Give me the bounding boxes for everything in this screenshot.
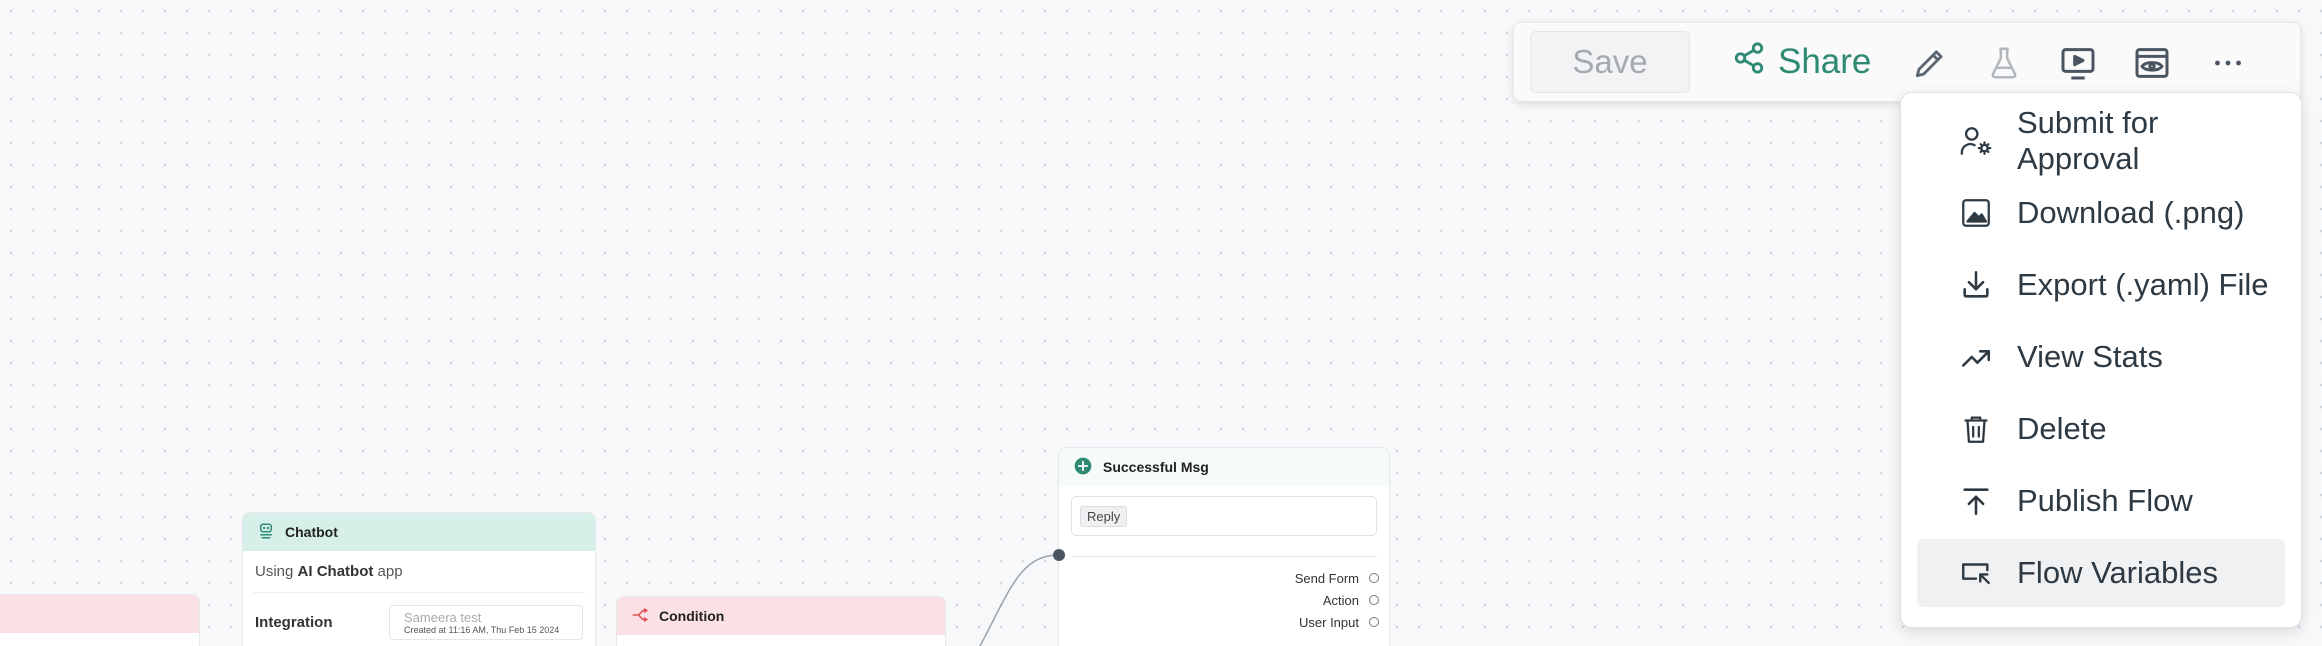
using-app-name: AI Chatbot	[297, 563, 374, 580]
more-options-icon[interactable]	[2206, 41, 2250, 85]
output-port[interactable]	[1369, 617, 1379, 627]
successful-msg-header: Successful Msg	[1059, 448, 1389, 486]
output-action: Action	[1059, 589, 1379, 611]
menu-item-label: Export (.yaml) File	[2017, 267, 2269, 302]
chatbot-icon	[257, 522, 275, 543]
menu-item-publish-flow[interactable]: Publish Flow	[1917, 467, 2285, 535]
output-port[interactable]	[1369, 573, 1379, 583]
trash-icon	[1964, 416, 1988, 443]
preview-eye-icon[interactable]	[2130, 41, 2174, 85]
condition-node-title: Condition	[659, 608, 725, 624]
output-label: User Input	[1299, 614, 1359, 630]
reply-field[interactable]: Reply	[1071, 496, 1377, 536]
menu-item-label: Flow Variables	[2017, 555, 2219, 590]
menu-item-label: Publish Flow	[2017, 483, 2193, 518]
output-label: Action	[1322, 592, 1359, 608]
more-options-menu: Submit for Approval Download (.png) Expo…	[1900, 92, 2302, 628]
output-label: Send Form	[1294, 570, 1359, 586]
menu-item-label: Delete	[2017, 411, 2107, 446]
successful-msg-node[interactable]: Successful Msg Reply Send Form Action Us…	[1058, 447, 1390, 646]
menu-item-export-yaml[interactable]: Export (.yaml) File	[1917, 251, 2285, 319]
output-port[interactable]	[1369, 595, 1379, 605]
integration-name: Sameera test	[404, 610, 482, 625]
chatbot-node-title: Chatbot	[285, 524, 338, 540]
play-screen-icon[interactable]	[2056, 41, 2100, 85]
integration-select[interactable]: Sameera test Created at 11:16 AM, Thu Fe…	[389, 605, 583, 640]
menu-item-label: Download (.png)	[2017, 195, 2245, 230]
menu-item-view-stats[interactable]: View Stats	[1917, 323, 2285, 391]
menu-item-download-png[interactable]: Download (.png)	[1917, 179, 2285, 247]
top-toolbar: Save Share	[1513, 22, 2301, 102]
chatbot-using-text: Using AI Chatbot app	[253, 551, 585, 593]
menu-item-submit-for-approval[interactable]: Submit for Approval	[1917, 105, 2285, 176]
condition-node[interactable]: Condition	[616, 596, 946, 646]
save-button[interactable]: Save	[1530, 31, 1690, 93]
output-list: Send Form Action User Input	[1059, 557, 1389, 633]
reply-chip: Reply	[1080, 505, 1128, 527]
condition-node-header: Condition	[617, 597, 945, 635]
menu-item-label: View Stats	[2017, 339, 2163, 374]
variables-icon	[1962, 563, 1990, 585]
user-gear-icon	[1960, 127, 1992, 155]
download-icon	[1963, 270, 1989, 298]
successful-msg-title: Successful Msg	[1103, 459, 1209, 475]
message-plus-icon	[1073, 456, 1093, 479]
chatbot-node-header: Chatbot	[243, 513, 595, 551]
test-flask-icon[interactable]	[1982, 41, 2026, 85]
menu-item-label: Submit for Approval	[2017, 105, 2159, 176]
share-label: Share	[1778, 42, 1872, 81]
partial-node[interactable]	[0, 594, 200, 646]
image-icon	[1962, 199, 1990, 227]
share-button[interactable]: Share	[1732, 41, 1871, 84]
using-suffix: app	[377, 563, 403, 580]
integration-date: Created at 11:16 AM, Thu Feb 15 2024	[404, 625, 560, 635]
integration-row: Integration Sameera test Created at 11:1…	[243, 593, 595, 646]
partial-node-header	[0, 595, 199, 633]
branch-icon	[631, 606, 649, 627]
integration-label: Integration	[255, 614, 333, 631]
chatbot-node[interactable]: Chatbot Using AI Chatbot app Integration…	[242, 512, 596, 646]
output-user-input: User Input	[1059, 611, 1379, 633]
upload-icon	[1963, 488, 1989, 516]
trending-up-icon	[1961, 350, 1991, 367]
edit-icon[interactable]	[1908, 41, 1952, 85]
output-send-form: Send Form	[1059, 567, 1379, 589]
share-icon	[1732, 41, 1766, 84]
input-port[interactable]	[1053, 549, 1065, 561]
menu-item-delete[interactable]: Delete	[1917, 395, 2285, 463]
using-prefix: Using	[255, 563, 294, 580]
menu-item-flow-variables[interactable]: Flow Variables	[1917, 539, 2285, 607]
